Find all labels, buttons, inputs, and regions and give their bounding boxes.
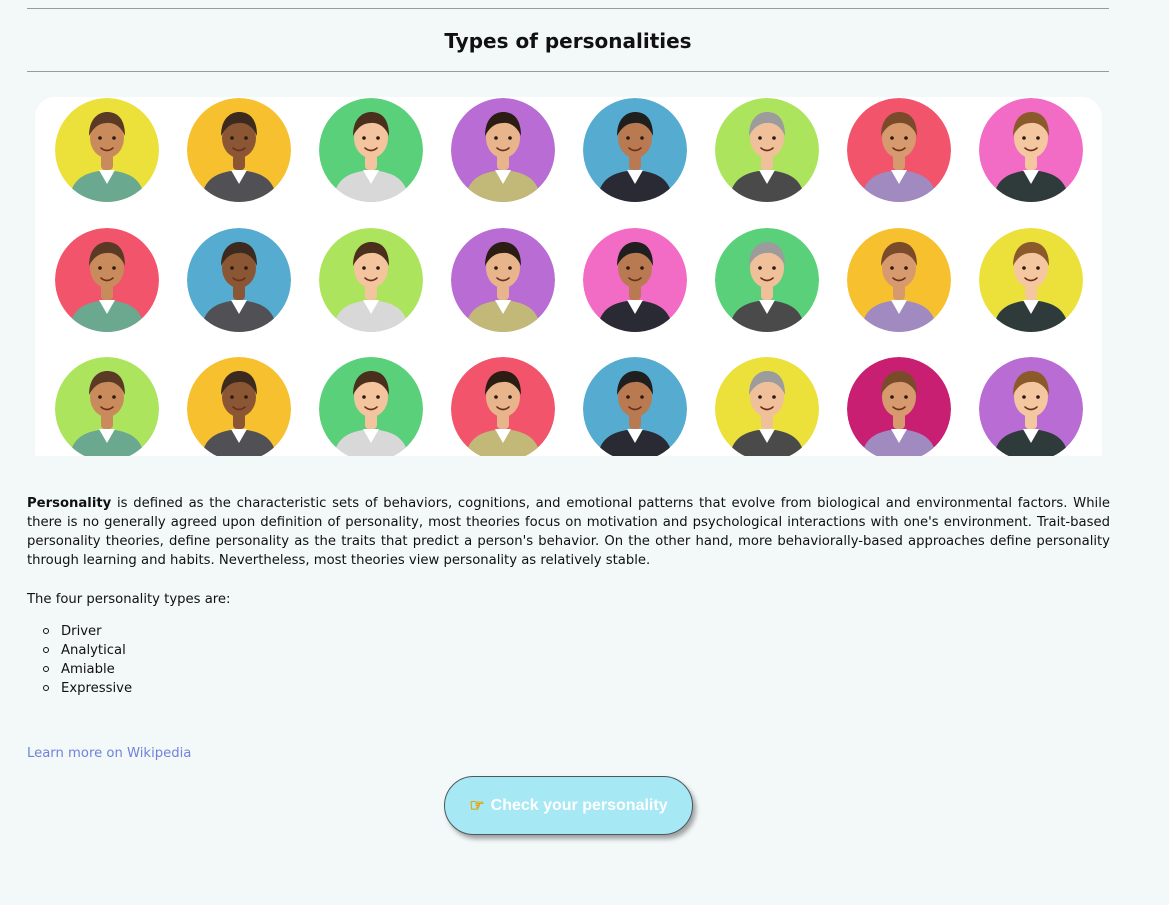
- wikipedia-link[interactable]: Learn more on Wikipedia: [27, 744, 191, 763]
- personality-term: Personality: [27, 496, 112, 511]
- avatar: [715, 228, 819, 332]
- check-personality-label: Check your personality: [490, 796, 668, 814]
- avatar: [187, 228, 291, 332]
- personality-avatars-image: [35, 97, 1102, 456]
- avatar: [847, 357, 951, 456]
- avatar: [319, 357, 423, 456]
- avatar: [715, 98, 819, 202]
- avatar: [319, 98, 423, 202]
- types-intro: The four personality types are:: [27, 592, 231, 607]
- avatar: [319, 228, 423, 332]
- personality-definition-text: is defined as the characteristic sets of…: [27, 496, 1110, 568]
- avatar: [451, 98, 555, 202]
- avatar: [583, 98, 687, 202]
- title-divider: [27, 71, 1109, 72]
- personality-types-list: Driver Analytical Amiable Expressive: [27, 622, 132, 698]
- avatar: [979, 228, 1083, 332]
- avatar: [979, 357, 1083, 456]
- hand-pointing-right-icon: ☞: [469, 796, 485, 815]
- check-personality-button[interactable]: ☞ Check your personality: [444, 776, 693, 835]
- avatar: [715, 357, 819, 456]
- avatar: [55, 98, 159, 202]
- list-item-expressive: Expressive: [42, 681, 133, 696]
- avatar: [187, 98, 291, 202]
- avatar: [979, 98, 1083, 202]
- list-item-analytical: Analytical: [42, 641, 132, 660]
- page: Types of personalities Personality is de…: [0, 0, 1169, 905]
- avatar: [451, 228, 555, 332]
- list-item-driver: Driver: [42, 622, 132, 641]
- page-title: Types of personalities: [444, 29, 692, 53]
- avatar: [55, 357, 159, 456]
- avatar: [847, 98, 951, 202]
- personality-description: Personality is defined as the characteri…: [27, 494, 1110, 570]
- avatar: [583, 228, 687, 332]
- avatar: [187, 357, 291, 456]
- avatar: [583, 357, 687, 456]
- avatar: [847, 228, 951, 332]
- avatar: [55, 228, 159, 332]
- list-item-amiable: Amiable: [42, 660, 132, 679]
- avatar: [451, 357, 555, 456]
- top-divider: [27, 8, 1109, 9]
